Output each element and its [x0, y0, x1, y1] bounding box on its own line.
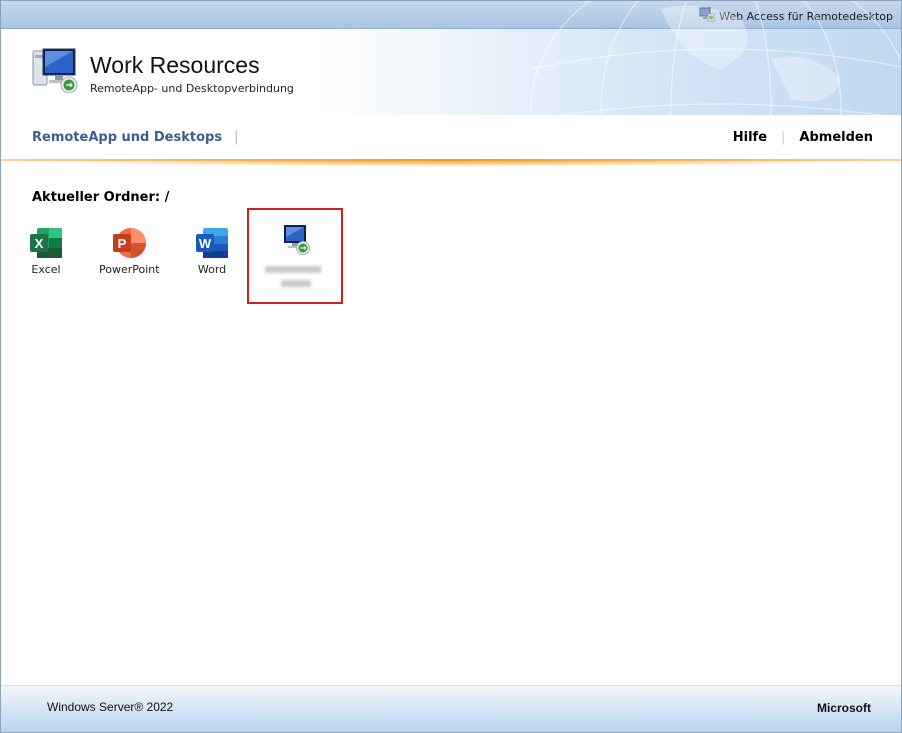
svg-text:X: X [35, 236, 44, 251]
logout-link[interactable]: Abmelden [799, 130, 873, 145]
app-excel[interactable]: X Excel [16, 227, 76, 276]
nav-divider: | [781, 130, 786, 145]
nav-divider: | [234, 130, 239, 145]
app-label: Word [197, 263, 227, 276]
browser-page: Web Access für Remotedesktop Work Resour… [0, 0, 902, 733]
remote-desktop-logo-icon [31, 47, 83, 97]
tab-remoteapp-desktops[interactable]: RemoteApp und Desktops [32, 130, 222, 145]
redacted-label [281, 280, 311, 287]
header: Work Resources RemoteApp- und Desktopver… [1, 1, 901, 159]
app-label: PowerPoint [99, 263, 160, 276]
orange-divider [1, 159, 901, 167]
app-powerpoint[interactable]: P PowerPoint [99, 227, 160, 276]
powerpoint-icon: P [112, 227, 146, 259]
navigation-bar: RemoteApp und Desktops | Hilfe | Abmelde… [1, 115, 901, 161]
app-word[interactable]: W Word [182, 227, 242, 276]
app-remote-desktop[interactable] [265, 223, 325, 259]
windows-server-label: Windows Server® 2022 [47, 700, 174, 714]
remote-desktop-icon [278, 223, 312, 255]
microsoft-logo: Microsoft [817, 701, 871, 715]
svg-text:P: P [118, 236, 127, 251]
excel-icon: X [29, 227, 63, 259]
footer: Windows Server® 2022 Microsoft [1, 685, 901, 732]
page-title: Work Resources [90, 52, 260, 78]
current-folder-label: Aktueller Ordner: / [32, 190, 170, 205]
app-label: Excel [31, 263, 61, 276]
page-subtitle: RemoteApp- und Desktopverbindung [90, 82, 294, 95]
svg-text:W: W [199, 236, 212, 251]
word-icon: W [195, 227, 229, 259]
help-link[interactable]: Hilfe [733, 130, 767, 145]
redacted-label [265, 266, 321, 273]
